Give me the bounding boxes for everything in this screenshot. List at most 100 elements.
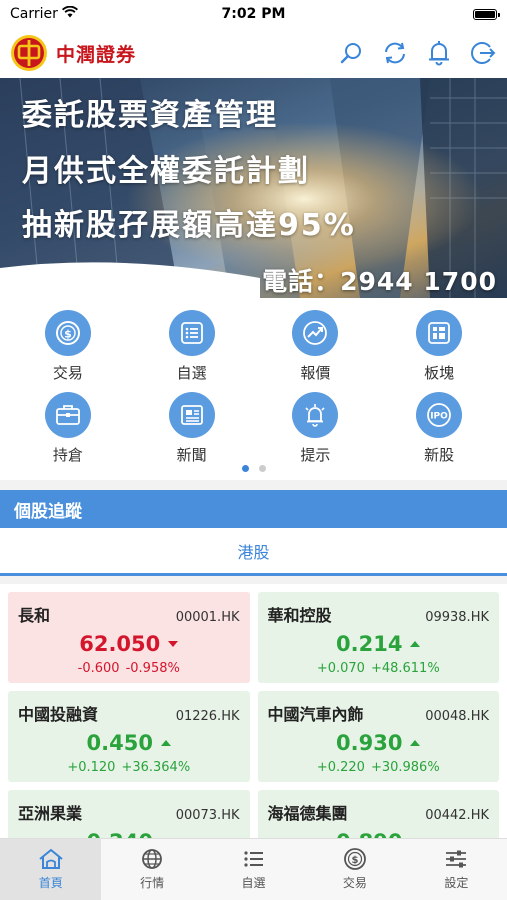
price-down-icon [168,641,179,647]
tab-settings[interactable]: 設定 [406,839,507,900]
price-up-icon [410,641,421,647]
stock-price: 62.050 [79,632,161,656]
stock-card[interactable]: 中國汽車內飾 00048.HK 0.930 +0.220 +30.986% [257,691,499,782]
search-icon[interactable] [337,39,365,67]
stock-name: 中國汽車內飾 [267,705,364,724]
brand-logo: 中潤證券 [10,34,136,72]
svg-text:$: $ [64,328,72,341]
page-dot-active[interactable] [241,465,249,472]
stock-name: 華和控股 [267,606,332,625]
bell-icon[interactable] [425,39,453,67]
bottom-tab-bar: 首頁 行情 自選 $ 交易 設定 [0,838,507,900]
tab-label: 自選 [241,876,266,890]
quick-menu-ipo[interactable]: IPO 新股 [377,392,501,470]
portfolio-briefcase-icon [44,392,91,438]
stock-name: 亞洲果業 [18,804,83,823]
quick-menu-label: 板塊 [424,364,455,382]
banner-headline-2: 月供式全權委託計劃 [22,154,310,189]
quick-menu-watchlist[interactable]: 自選 [130,310,254,388]
stock-change-pct: +30.986% [370,760,440,775]
sector-grid-icon [416,310,463,356]
stock-change: +0.220 [316,760,365,775]
stock-price: 0.930 [336,731,403,755]
page-dot[interactable] [258,465,266,472]
tab-market[interactable]: 行情 [101,839,202,900]
stock-code: 09938.HK [425,610,489,625]
quick-menu-label: 自選 [176,364,207,382]
app-header: 中潤證券 [0,28,507,78]
banner-headline-3: 抽新股孖展額高達95% [22,208,356,243]
globe-market-icon [142,849,163,869]
news-icon [168,392,215,438]
refresh-icon[interactable] [381,39,409,67]
promo-banner[interactable]: 委託股票資產管理 月供式全權委託計劃 抽新股孖展額高達95% 電話：2944 1… [0,78,507,298]
logout-icon[interactable] [469,39,497,67]
svg-text:$: $ [351,855,358,866]
stock-card[interactable]: 海福德集團 00442.HK 0.890 [257,790,499,840]
price-up-icon [410,740,421,746]
stock-card[interactable]: 亞洲果業 00073.HK 0.240 [8,790,250,840]
stock-change-pct: +48.611% [370,661,440,676]
stock-card[interactable]: 華和控股 09938.HK 0.214 +0.070 +48.611% [257,592,499,683]
banner-headline-1: 委託股票資產管理 [22,98,278,133]
quick-menu-trade[interactable]: $ 交易 [6,310,130,388]
stock-name: 長和 [18,606,51,625]
stock-code: 00442.HK [425,808,489,823]
ipo-icon: IPO [416,392,463,438]
svg-text:IPO: IPO [430,412,448,422]
stock-change-pct: -0.958% [125,661,180,676]
quick-menu-portfolio[interactable]: 持倉 [6,392,130,470]
trade-dollar-icon: $ [44,310,91,356]
quick-menu-label: 報價 [300,364,331,382]
status-time: 7:02 PM [221,6,286,22]
quick-menu-label: 交易 [52,364,83,382]
market-tabs: 港股 [0,528,507,576]
stock-price: 0.450 [86,731,153,755]
wifi-icon [61,5,78,22]
list-icon [243,851,263,867]
stock-code: 00001.HK [175,610,240,625]
stock-change: +0.120 [67,760,116,775]
stock-price: 0.214 [336,632,403,656]
page-indicator[interactable] [0,465,507,472]
quick-menu-label: 新股 [424,446,455,464]
quick-menu-label: 提示 [300,446,331,464]
quick-menu-label: 持倉 [52,446,83,464]
stock-code: 00073.HK [175,808,240,823]
quick-menu: $ 交易 自選 報價 板塊 持倉 新聞 提示 IPO 新股 [0,298,507,480]
stock-name: 海福德集團 [267,804,348,823]
alert-bell-icon [292,392,339,438]
stock-card[interactable]: 中國投融資 01226.HK 0.450 +0.120 +36.364% [8,691,250,782]
tab-home[interactable]: 首頁 [0,839,102,900]
stock-change: +0.070 [316,661,365,676]
trade-dollar-icon: $ [344,848,366,870]
quote-chart-icon [292,310,339,356]
tab-watchlist[interactable]: 自選 [203,839,304,900]
quick-menu-sector[interactable]: 板塊 [377,310,501,388]
settings-sliders-icon [446,850,467,868]
brand-name: 中潤證券 [56,43,137,66]
stock-code: 01226.HK [175,709,240,724]
stock-change-pct: +36.364% [121,760,191,775]
brand-logo-icon [11,35,47,71]
watchlist-icon [168,310,215,356]
stock-change: -0.600 [77,661,120,676]
section-title: 個股追蹤 [0,490,507,528]
tab-hk-stocks[interactable]: 港股 [237,539,269,563]
quick-menu-alert[interactable]: 提示 [254,392,378,470]
tab-label: 首頁 [38,876,63,890]
tab-label: 設定 [444,876,469,890]
stock-card[interactable]: 長和 00001.HK 62.050 -0.600 -0.958% [8,592,250,683]
home-icon [39,848,63,869]
status-bar: Carrier 7:02 PM [0,0,507,28]
carrier-label: Carrier [10,6,58,22]
battery-icon [473,8,500,20]
stock-grid: 長和 00001.HK 62.050 -0.600 -0.958% 華和控股 09… [0,584,507,840]
quick-menu-news[interactable]: 新聞 [130,392,254,470]
quick-menu-quote[interactable]: 報價 [254,310,378,388]
tab-trade[interactable]: $ 交易 [304,839,405,900]
tab-label: 交易 [342,876,367,890]
tab-label: 行情 [140,876,165,890]
quick-menu-label: 新聞 [176,446,207,464]
price-up-icon [160,740,171,746]
